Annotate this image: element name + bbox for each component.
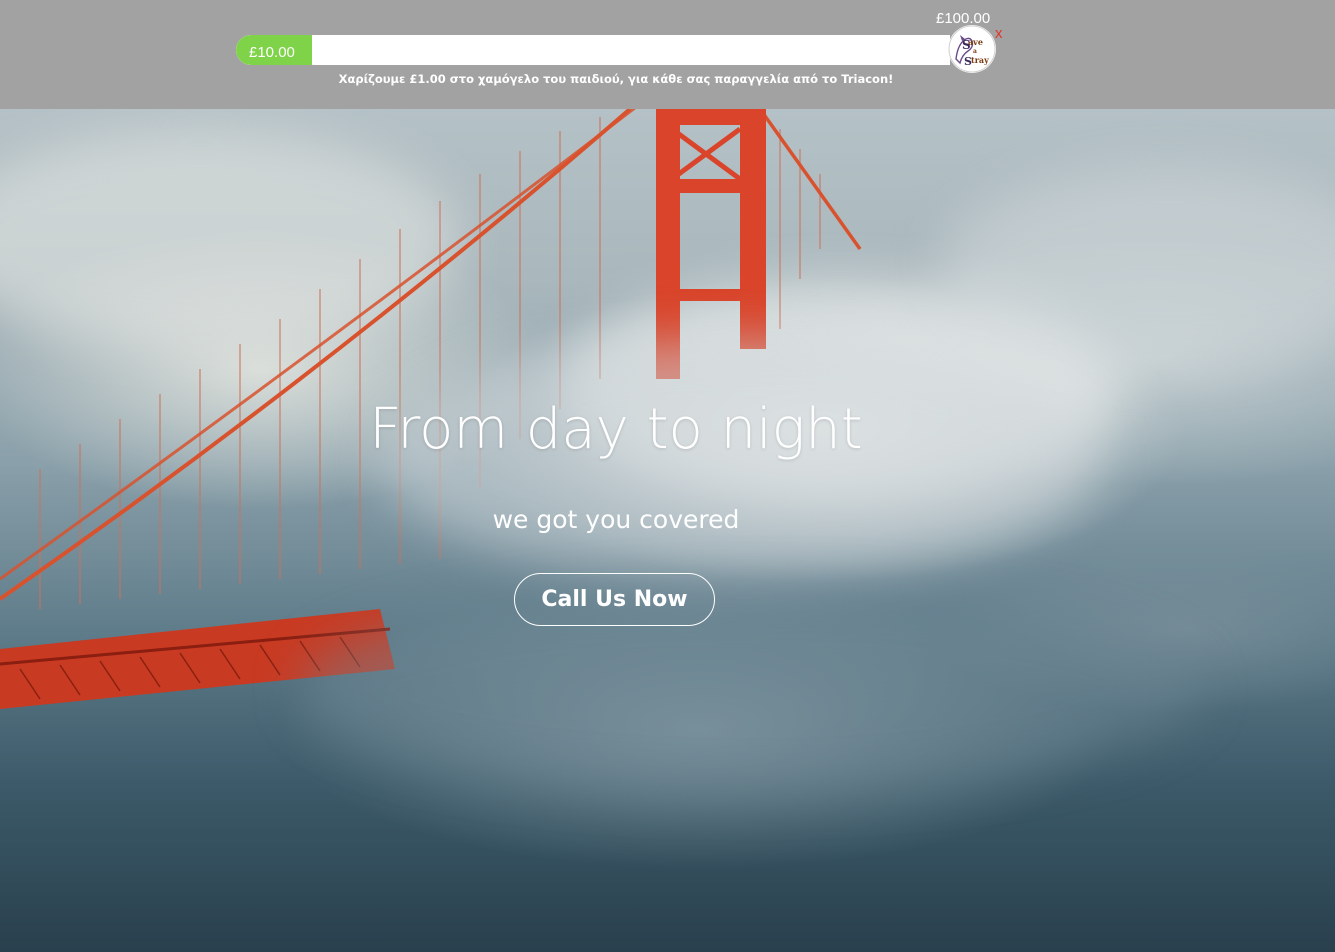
donation-banner: £100.00 £10.00 ave a tray S S x Χαρίζουμ… [0, 0, 1335, 109]
current-amount: £10.00 [249, 44, 295, 61]
hero-subtitle: we got you covered [492, 505, 740, 534]
donation-progress-bar: £10.00 [236, 35, 950, 65]
goal-amount: £100.00 [936, 10, 991, 27]
hero-title: From day to night [369, 397, 863, 462]
donation-message: Χαρίζουμε £1.00 στο χαμόγελο του παιδιού… [338, 72, 894, 86]
svg-text:a: a [973, 48, 977, 55]
call-us-now-button[interactable]: Call Us Now [514, 573, 715, 626]
save-a-stray-logo: ave a tray S S [948, 25, 996, 73]
svg-text:S: S [962, 38, 971, 52]
close-banner-button[interactable]: x [995, 25, 1003, 42]
page: £100.00 £10.00 ave a tray S S x Χαρίζουμ… [0, 0, 1335, 952]
svg-text:S: S [964, 55, 972, 68]
svg-text:tray: tray [971, 55, 989, 65]
